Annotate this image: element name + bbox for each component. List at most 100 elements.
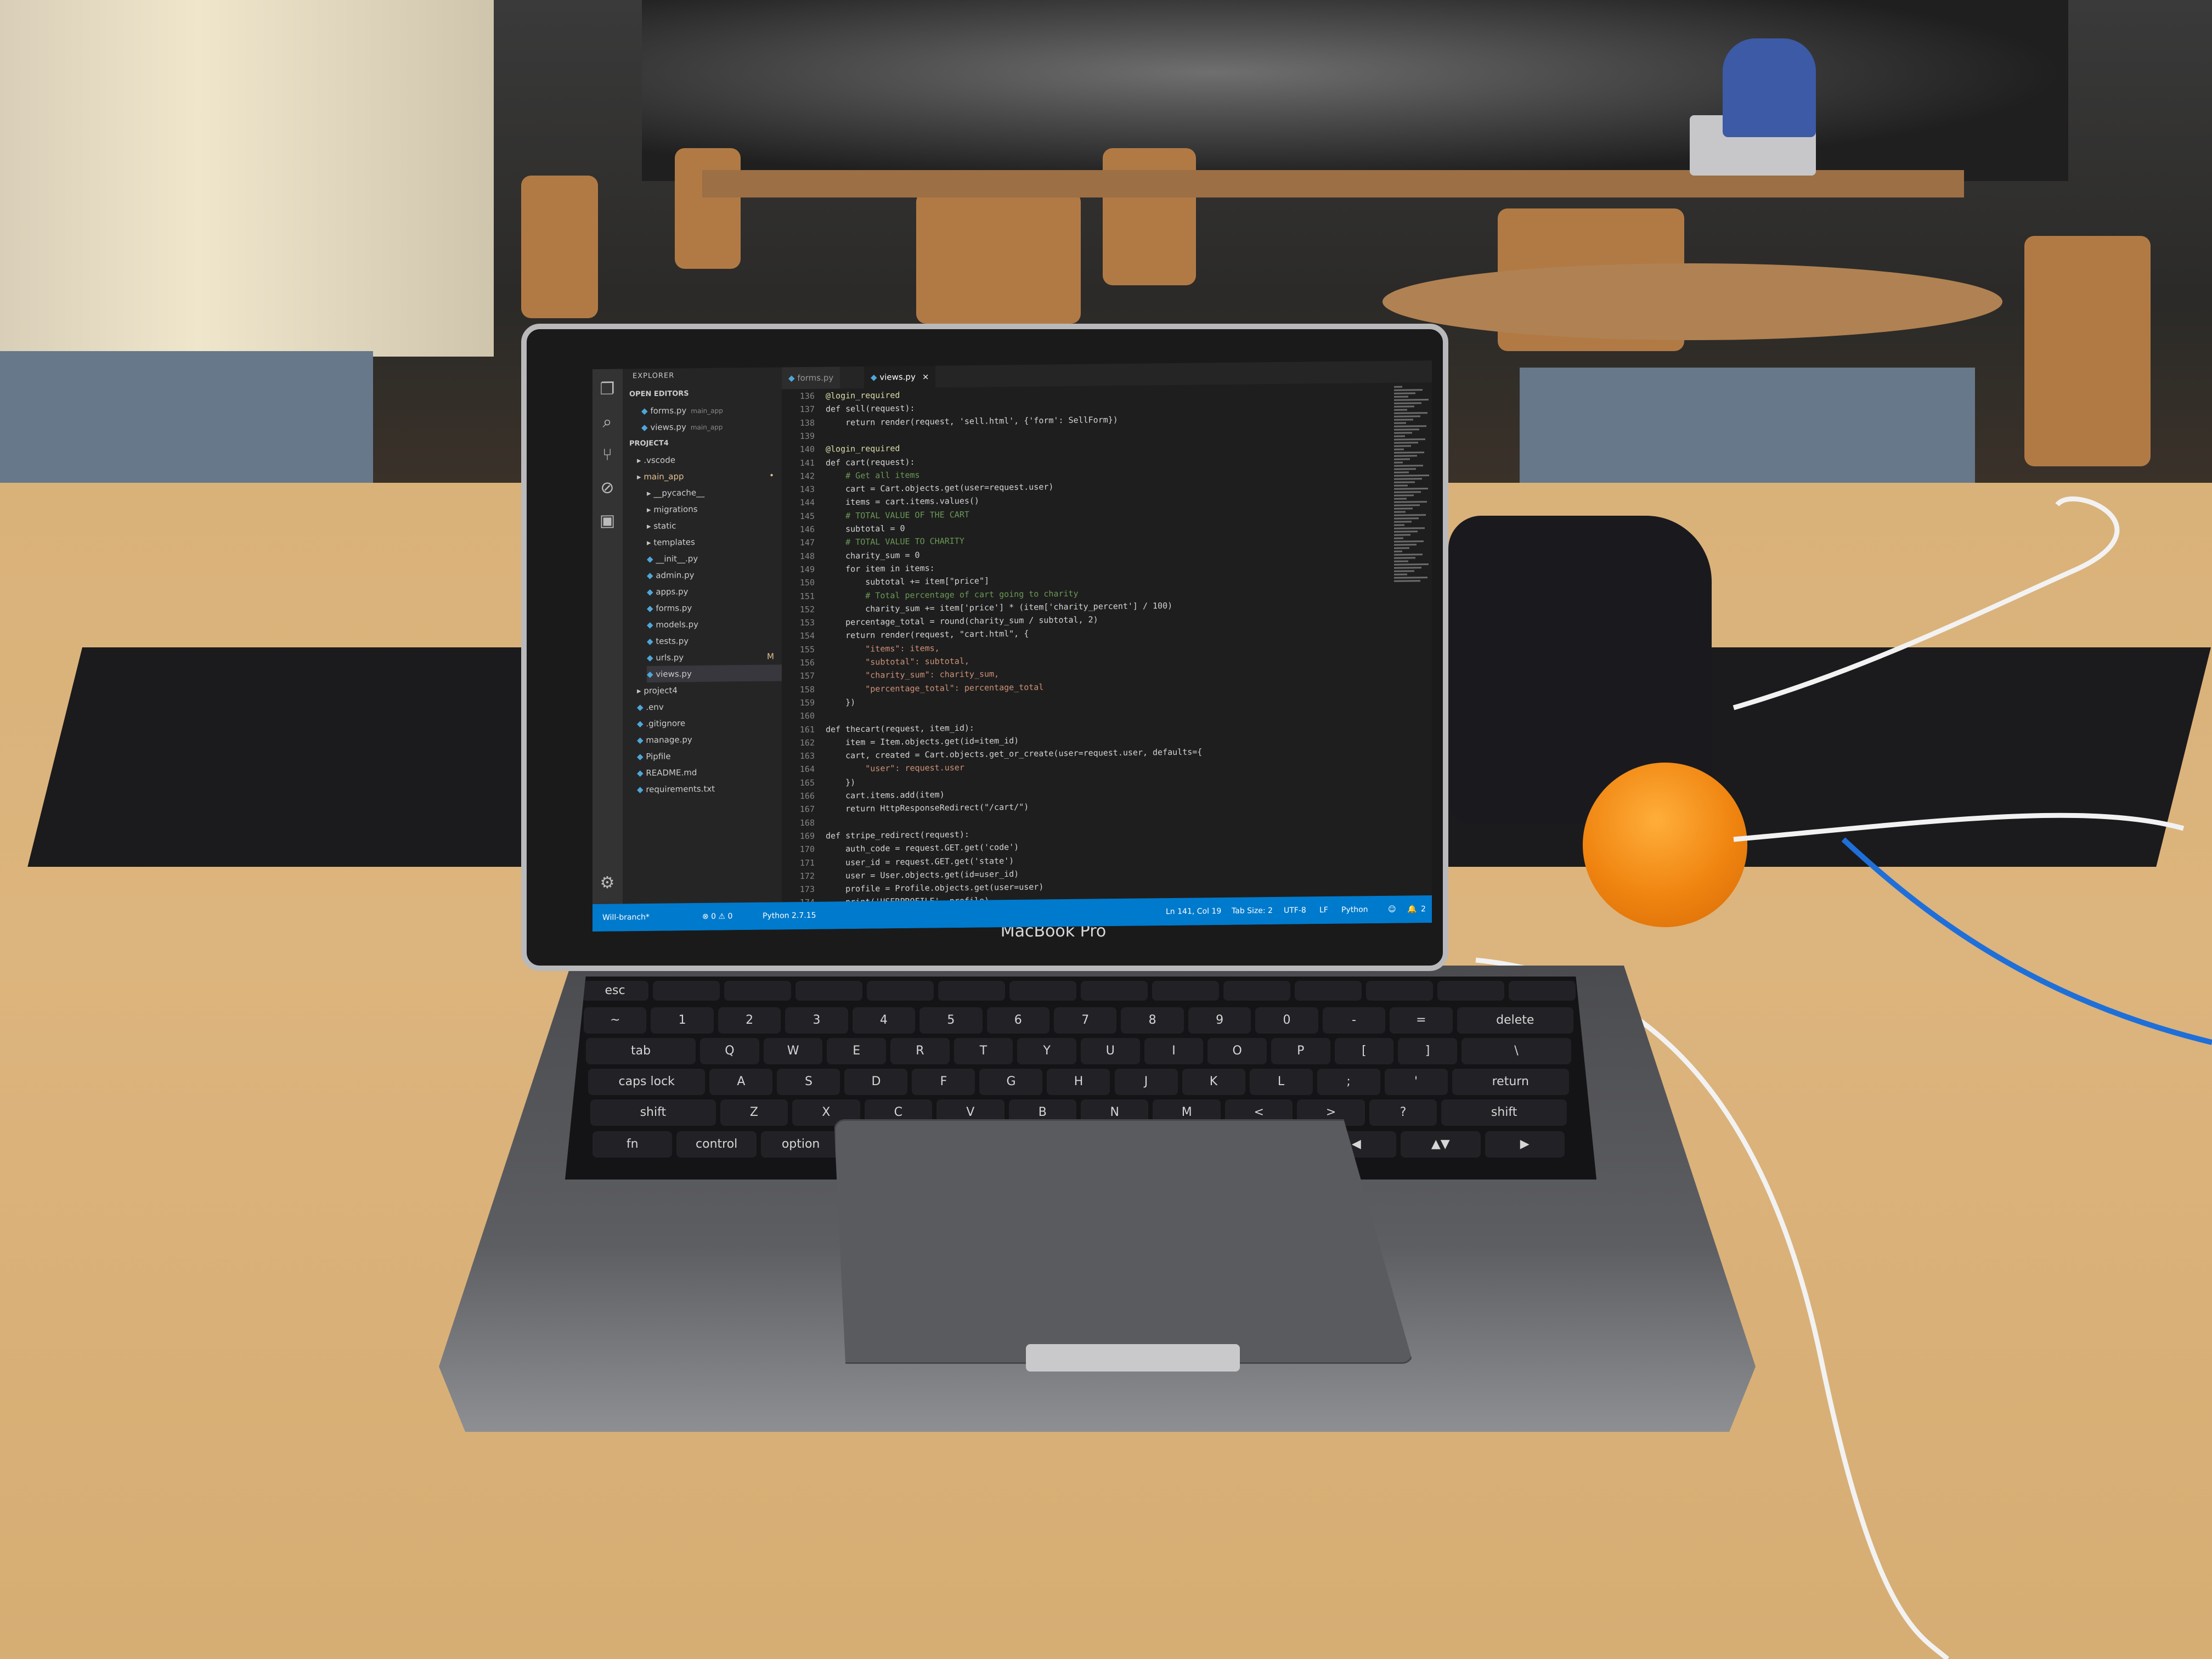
keyboard-key[interactable]: Z bbox=[720, 1099, 788, 1126]
keyboard-key[interactable] bbox=[867, 981, 934, 1001]
code-line[interactable]: subtotal = 0 bbox=[826, 523, 905, 534]
bell-icon[interactable]: 🔔 bbox=[1407, 895, 1417, 923]
keyboard-key[interactable]: tab bbox=[586, 1038, 696, 1064]
keyboard-key[interactable]: ; bbox=[1317, 1069, 1380, 1095]
keyboard-key[interactable]: P bbox=[1271, 1038, 1330, 1064]
keyboard-key[interactable] bbox=[1081, 981, 1148, 1001]
code-line[interactable]: items = cart.items.values() bbox=[826, 496, 979, 507]
code-line[interactable]: charity_sum = 0 bbox=[826, 550, 919, 561]
keyboard-key[interactable]: S bbox=[777, 1069, 840, 1095]
code-line[interactable]: "charity_sum": charity_sum, bbox=[826, 669, 999, 681]
smiley-icon[interactable]: ☺ bbox=[1388, 896, 1396, 923]
keyboard-key[interactable]: ▶ bbox=[1485, 1131, 1565, 1158]
code-line[interactable]: cart = Cart.objects.get(user=request.use… bbox=[826, 482, 1053, 494]
tree-file[interactable]: ◆ views.py bbox=[647, 664, 782, 682]
source-control-icon[interactable]: ⑂ bbox=[598, 445, 617, 465]
keyboard-key[interactable]: F bbox=[912, 1069, 975, 1095]
keyboard-key[interactable]: D bbox=[844, 1069, 908, 1095]
keyboard-key[interactable]: 0 bbox=[1255, 1007, 1318, 1034]
keyboard-key[interactable] bbox=[1366, 981, 1433, 1001]
keyboard-key[interactable] bbox=[1437, 981, 1504, 1001]
keyboard-key[interactable]: G bbox=[979, 1069, 1043, 1095]
code-line[interactable]: charity_sum += item['price'] * (item['ch… bbox=[826, 601, 1172, 614]
code-line[interactable]: return render(request, 'sell.html', {'fo… bbox=[826, 415, 1118, 428]
code-line[interactable]: "user": request.user bbox=[826, 763, 964, 774]
keyboard-key[interactable]: O bbox=[1207, 1038, 1267, 1064]
code-line[interactable]: return render(request, "cart.html", { bbox=[826, 629, 1029, 641]
tree-file[interactable]: ◆ manage.py bbox=[637, 730, 782, 748]
keyboard-key[interactable]: 6 bbox=[986, 1007, 1050, 1034]
keyboard-key[interactable]: - bbox=[1322, 1007, 1386, 1034]
tree-file[interactable]: ◆ admin.py bbox=[647, 566, 782, 584]
branch-indicator[interactable]: Will-branch* bbox=[602, 904, 650, 932]
keyboard-key[interactable]: T bbox=[953, 1038, 1013, 1064]
keyboard-key[interactable]: J bbox=[1114, 1069, 1178, 1095]
tree-folder[interactable]: ▸ templates bbox=[647, 533, 782, 551]
keyboard-key[interactable] bbox=[1152, 981, 1219, 1001]
code-line[interactable]: percentage_total = round(charity_sum / s… bbox=[826, 614, 1098, 627]
keyboard-key[interactable]: U bbox=[1081, 1038, 1140, 1064]
settings-gear-icon[interactable]: ⚙ bbox=[598, 873, 617, 893]
keyboard-key[interactable]: shift bbox=[590, 1099, 716, 1126]
trackpad[interactable] bbox=[834, 1119, 1413, 1364]
keyboard-key[interactable]: control bbox=[676, 1131, 757, 1158]
python-interpreter[interactable]: Python 2.7.15 bbox=[763, 902, 816, 930]
code-editor[interactable]: ◆ forms.py ◆ views.py × 136 @login_required… bbox=[782, 360, 1432, 907]
code-line[interactable]: }) bbox=[826, 777, 855, 788]
code-line[interactable]: def cart(request): bbox=[826, 456, 915, 467]
code-line[interactable]: # Get all items bbox=[826, 470, 919, 481]
code-line[interactable]: def stripe_redirect(request): bbox=[826, 830, 969, 841]
keyboard-key[interactable]: return bbox=[1452, 1069, 1569, 1095]
code-line[interactable]: @login_required bbox=[826, 390, 900, 400]
keyboard-key[interactable]: = bbox=[1390, 1007, 1453, 1034]
tree-file[interactable]: ◆ requirements.txt bbox=[637, 780, 782, 798]
cursor-position[interactable]: Ln 141, Col 19 bbox=[1166, 898, 1221, 926]
keyboard-key[interactable]: A bbox=[709, 1069, 773, 1095]
code-area[interactable]: 136 @login_required 137 def sell(request): 1… bbox=[782, 383, 1391, 907]
code-line[interactable]: }) bbox=[826, 697, 855, 708]
code-line[interactable]: auth_code = request.GET.get('code') bbox=[826, 842, 1019, 854]
code-line[interactable]: cart, created = Cart.objects.get_or_crea… bbox=[826, 747, 1202, 760]
keyboard-key[interactable]: W bbox=[763, 1038, 823, 1064]
keyboard-key[interactable]: \ bbox=[1461, 1038, 1571, 1064]
search-icon[interactable]: ⌕ bbox=[598, 413, 617, 432]
tree-file[interactable]: ◆ Pipfile bbox=[637, 747, 782, 765]
tree-folder[interactable]: ▸ main_app • bbox=[637, 467, 782, 485]
tree-file[interactable]: ◆ urls.py M bbox=[647, 648, 782, 666]
tree-file[interactable]: ◆ .gitignore bbox=[637, 714, 782, 732]
tree-file[interactable]: ◆ .env bbox=[637, 697, 782, 715]
code-line[interactable]: for item in items: bbox=[826, 563, 935, 574]
tree-folder[interactable]: ▸ .vscode bbox=[637, 450, 782, 469]
keyboard-key[interactable]: shift bbox=[1441, 1099, 1567, 1126]
keyboard-key[interactable] bbox=[938, 981, 1005, 1001]
project-header[interactable]: PROJECT4 bbox=[629, 436, 669, 453]
keyboard-key[interactable]: K bbox=[1182, 1069, 1245, 1095]
keyboard-key[interactable] bbox=[1509, 981, 1576, 1001]
keyboard-key[interactable]: fn bbox=[592, 1131, 673, 1158]
code-line[interactable]: def thecart(request, item_id): bbox=[826, 723, 974, 734]
keyboard-key[interactable]: 9 bbox=[1188, 1007, 1251, 1034]
encoding[interactable]: UTF-8 bbox=[1284, 896, 1306, 924]
keyboard-key[interactable] bbox=[795, 981, 862, 1001]
minimap[interactable] bbox=[1391, 382, 1432, 896]
code-line[interactable]: "items": items, bbox=[826, 643, 939, 654]
code-line[interactable]: profile = Profile.objects.get(user=user) bbox=[826, 882, 1043, 894]
tab-forms-py[interactable]: ◆ forms.py bbox=[782, 366, 840, 390]
tree-folder[interactable]: ▸ migrations bbox=[647, 500, 782, 518]
keyboard-key[interactable]: 5 bbox=[919, 1007, 983, 1034]
code-line[interactable]: # TOTAL VALUE TO CHARITY bbox=[826, 536, 964, 548]
open-editor-item[interactable]: ◆ forms.py main_app bbox=[641, 402, 723, 420]
keyboard-key[interactable]: I bbox=[1144, 1038, 1204, 1064]
close-icon[interactable]: × bbox=[922, 372, 929, 382]
language-mode[interactable]: Python bbox=[1341, 896, 1368, 924]
code-line[interactable]: user = User.objects.get(id=user_id) bbox=[826, 869, 1019, 881]
keyboard-key[interactable]: ] bbox=[1398, 1038, 1457, 1064]
keyboard-key[interactable]: ' bbox=[1384, 1069, 1448, 1095]
tree-file[interactable]: ◆ forms.py bbox=[647, 599, 782, 617]
code-line[interactable]: item = Item.objects.get(id=item_id) bbox=[826, 736, 1019, 748]
line-ending[interactable]: LF bbox=[1319, 896, 1328, 924]
open-editors-header[interactable]: OPEN EDITORS bbox=[629, 386, 689, 403]
code-line[interactable]: subtotal += item["price"] bbox=[826, 576, 989, 588]
keyboard-key[interactable]: 4 bbox=[852, 1007, 916, 1034]
tab-views-py[interactable]: ◆ views.py × bbox=[864, 365, 936, 388]
